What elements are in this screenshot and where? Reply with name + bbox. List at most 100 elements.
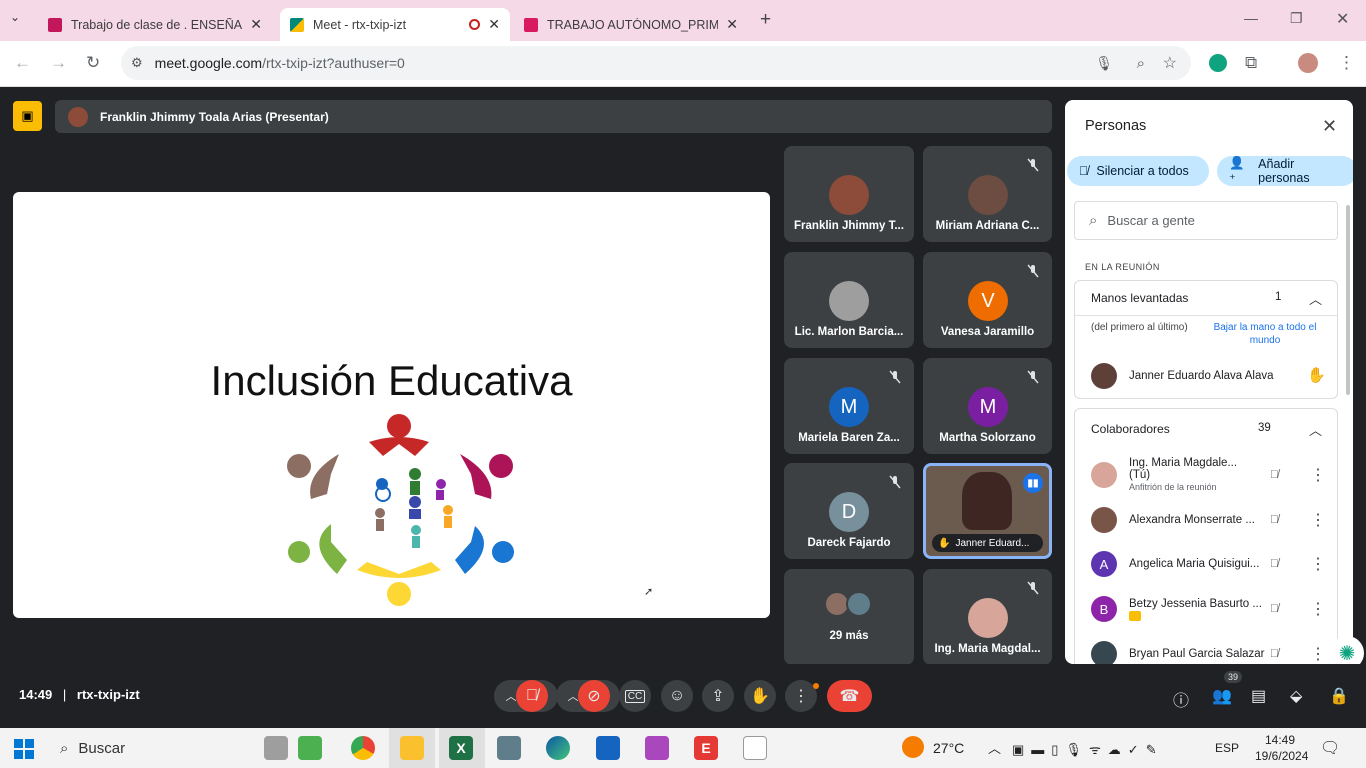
person-row[interactable]: Bryan Paul Garcia Salazar 🎙̸ ⋮ bbox=[1065, 632, 1353, 664]
raised-hand-icon[interactable]: ✋ bbox=[1307, 366, 1326, 384]
more-options-icon[interactable]: ⋮ bbox=[1310, 599, 1326, 619]
mic-off-icon: 🎙̸ bbox=[1270, 469, 1279, 481]
participant-tile[interactable]: Franklin Jhimmy T... bbox=[784, 146, 914, 242]
language-indicator[interactable]: ESP bbox=[1215, 741, 1239, 755]
browser-menu-icon[interactable]: ⋮ bbox=[1338, 53, 1355, 73]
tab-trabajo-clase[interactable]: Trabajo de clase de . ENSEÑANZ ✕ bbox=[38, 8, 272, 41]
close-tab-icon[interactable]: ✕ bbox=[488, 16, 500, 33]
document-app-icon[interactable] bbox=[743, 736, 767, 760]
participant-tile[interactable]: Ing. Maria Magdal... bbox=[923, 569, 1052, 665]
system-tray-icons[interactable]: ▣▬▯🎙ᯤ☁✓✎ bbox=[1012, 740, 1164, 758]
chrome-app-icon[interactable] bbox=[351, 736, 375, 760]
panel-title: Personas bbox=[1085, 118, 1147, 134]
mute-all-button[interactable]: 🎙̸ Silenciar a todos bbox=[1067, 156, 1209, 186]
meeting-info-icon[interactable]: ⓘ bbox=[1173, 687, 1189, 711]
taskbar-search-box[interactable]: ⌕ Buscar bbox=[50, 728, 290, 768]
edge-app-icon[interactable] bbox=[546, 736, 570, 760]
taskbar-clock[interactable]: 14:49 19/6/2024 bbox=[1255, 732, 1308, 764]
search-icon: ⌕ bbox=[1089, 212, 1098, 229]
back-icon[interactable]: ← bbox=[14, 53, 31, 73]
more-options-icon[interactable]: ⋮ bbox=[1310, 554, 1326, 574]
weather-temp[interactable]: 27°C bbox=[933, 740, 964, 756]
participant-tile[interactable]: Lic. Marlon Barcia... bbox=[784, 252, 914, 348]
meeting-details: 14:49 | rtx-txip-izt bbox=[19, 687, 140, 702]
microphone-icon[interactable]: 🎙 bbox=[1095, 55, 1113, 72]
bookmark-star-icon[interactable]: ☆ bbox=[1163, 53, 1177, 73]
tray-chevron-icon[interactable]: ︿ bbox=[988, 738, 1001, 757]
chat-icon[interactable]: ▤ bbox=[1251, 686, 1266, 706]
people-icon[interactable]: 👥 bbox=[1212, 686, 1232, 706]
close-panel-icon[interactable]: ✕ bbox=[1322, 116, 1337, 137]
e-app-icon[interactable]: E bbox=[694, 736, 718, 760]
tab-meet[interactable]: Meet - rtx-txip-izt ✕ bbox=[280, 8, 510, 41]
close-tab-icon[interactable]: ✕ bbox=[726, 16, 738, 33]
address-bar[interactable]: ⚙ meet.google.com/rtx-txip-izt?authuser=… bbox=[121, 46, 1191, 80]
tab-trabajo-autonomo[interactable]: TRABAJO AUTÓNOMO_PRIMER ✕ bbox=[514, 8, 748, 41]
mic-off-icon bbox=[889, 475, 901, 489]
presenter-label: Franklin Jhimmy Toala Arias (Presentar) bbox=[100, 109, 329, 124]
raised-hand-icon: ✋ bbox=[938, 537, 951, 549]
participant-tile-active-speaker[interactable]: ▮▮ ✋ Janner Eduard... bbox=[923, 463, 1052, 559]
presentation-icon[interactable]: ▣ bbox=[13, 101, 42, 131]
person-row[interactable]: Alexandra Monserrate ... 🎙̸ ⋮ bbox=[1065, 498, 1353, 542]
participant-tile[interactable]: Miriam Adriana C... bbox=[923, 146, 1052, 242]
new-tab-button[interactable]: + bbox=[760, 9, 771, 31]
windows-start-icon[interactable] bbox=[14, 739, 34, 759]
collapse-chevron-icon[interactable]: ︿ bbox=[1309, 420, 1322, 439]
maps-app-icon[interactable] bbox=[298, 736, 322, 760]
profile-avatar[interactable] bbox=[1298, 53, 1318, 73]
panel-scrollbar[interactable] bbox=[1346, 205, 1350, 395]
leave-call-button[interactable]: ☎ bbox=[827, 680, 872, 712]
restore-icon[interactable]: ❐ bbox=[1290, 10, 1303, 27]
host-controls-icon[interactable]: 🔒 bbox=[1329, 686, 1349, 706]
minimize-icon[interactable]: — bbox=[1244, 10, 1258, 26]
participant-tile[interactable]: M Martha Solorzano bbox=[923, 358, 1052, 454]
participant-avatar bbox=[968, 175, 1008, 215]
participant-name: Franklin Jhimmy T... bbox=[794, 220, 904, 232]
captions-button[interactable]: CC bbox=[619, 680, 651, 712]
excel-app-icon[interactable]: X bbox=[449, 736, 473, 760]
search-people-input[interactable]: ⌕ Buscar a gente bbox=[1074, 201, 1338, 240]
person-row[interactable]: Ing. Maria Magdale... (Tú) Anfitrión de … bbox=[1065, 453, 1353, 497]
section-heading: EN LA REUNIÓN bbox=[1085, 262, 1160, 272]
forward-icon[interactable]: → bbox=[50, 53, 67, 73]
extensions-puzzle-icon[interactable]: ⧉ bbox=[1245, 53, 1257, 73]
present-button[interactable]: ⇪ bbox=[702, 680, 734, 712]
tab-title: TRABAJO AUTÓNOMO_PRIMER bbox=[547, 17, 719, 32]
person-row[interactable]: A Angelica Maria Quisigui... 🎙̸ ⋮ bbox=[1065, 542, 1353, 586]
site-info-icon[interactable]: ⚙ bbox=[131, 55, 143, 71]
reload-icon[interactable]: ↻ bbox=[86, 53, 100, 73]
keyboard-app-icon[interactable] bbox=[497, 736, 521, 760]
mic-off-icon: 🎙̸ bbox=[1270, 648, 1279, 660]
add-people-button[interactable]: 👤⁺ Añadir personas bbox=[1217, 156, 1353, 186]
person-row[interactable]: B Betzy Jessenia Basurto ... 🎙̸ ⋮ bbox=[1065, 587, 1353, 631]
camera-toggle-button[interactable]: ⊘ bbox=[578, 680, 610, 712]
mute-all-label: Silenciar a todos bbox=[1096, 164, 1189, 178]
collapse-chevron-icon[interactable]: ︿ bbox=[1309, 289, 1322, 308]
zoom-icon[interactable]: ⌕ bbox=[1137, 55, 1145, 72]
participant-tile[interactable]: D Dareck Fajardo bbox=[784, 463, 914, 559]
participant-tile[interactable]: V Vanesa Jaramillo bbox=[923, 252, 1052, 348]
more-options-icon[interactable]: ⋮ bbox=[1310, 465, 1326, 485]
weather-icon[interactable] bbox=[902, 736, 924, 758]
mail-app-icon[interactable] bbox=[596, 736, 620, 760]
media-app-icon[interactable] bbox=[645, 736, 669, 760]
close-tab-icon[interactable]: ✕ bbox=[250, 16, 262, 33]
raise-hand-button[interactable]: ✋ bbox=[744, 680, 776, 712]
presenting-badge-icon bbox=[1129, 610, 1141, 621]
mic-off-icon bbox=[1027, 264, 1039, 278]
mic-toggle-button[interactable]: 🎙̸ bbox=[516, 680, 548, 712]
reactions-button[interactable]: ☺ bbox=[661, 680, 693, 712]
notifications-icon[interactable]: 🗨 bbox=[1320, 738, 1340, 758]
activities-icon[interactable]: ⬙ bbox=[1290, 686, 1302, 706]
chatgpt-extension-icon[interactable] bbox=[1209, 54, 1227, 72]
more-options-icon[interactable]: ⋮ bbox=[1310, 510, 1326, 530]
more-options-icon[interactable]: ⋮ bbox=[1310, 644, 1326, 664]
more-participants-tile[interactable]: 29 más bbox=[784, 569, 914, 665]
lower-all-hands-link[interactable]: Bajar la mano a todo el mundo bbox=[1209, 321, 1321, 347]
window-close-icon[interactable]: ✕ bbox=[1336, 9, 1349, 29]
tab-search-icon[interactable]: ⌄ bbox=[10, 10, 20, 24]
participant-tile[interactable]: M Mariela Baren Za... bbox=[784, 358, 914, 454]
file-explorer-icon[interactable] bbox=[400, 736, 424, 760]
taskbar-app-icon[interactable] bbox=[264, 736, 288, 760]
